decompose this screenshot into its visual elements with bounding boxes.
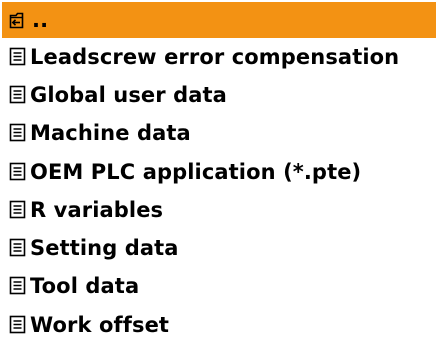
list-item-oem-plc-application[interactable]: OEM PLC application (*.pte) xyxy=(0,154,436,190)
list-item-leadscrew-error-compensation[interactable]: Leadscrew error compensation xyxy=(0,39,436,75)
list-item-label: Setting data xyxy=(30,235,179,260)
list-item-setting-data[interactable]: Setting data xyxy=(0,230,436,266)
document-icon xyxy=(9,238,27,258)
file-list: .. Leadscrew error compensation Global u… xyxy=(0,0,440,359)
list-item-label: Work offset xyxy=(30,312,170,337)
document-icon xyxy=(9,85,27,105)
list-item-label: Machine data xyxy=(30,120,191,145)
document-icon xyxy=(9,276,27,296)
list-item-label: Tool data xyxy=(30,273,140,298)
list-item-global-user-data[interactable]: Global user data xyxy=(0,77,436,113)
list-item-work-offset[interactable]: Work offset xyxy=(0,307,436,343)
folder-up-icon xyxy=(9,11,29,29)
document-icon xyxy=(9,123,27,143)
list-item-machine-data[interactable]: Machine data xyxy=(0,115,436,151)
list-item-label: OEM PLC application (*.pte) xyxy=(30,159,362,184)
document-icon xyxy=(9,200,27,220)
document-icon xyxy=(9,162,27,182)
list-item-label: .. xyxy=(32,7,49,32)
list-item-parent-directory[interactable]: .. xyxy=(2,2,436,38)
list-item-r-variables[interactable]: R variables xyxy=(0,192,436,228)
list-item-label: Global user data xyxy=(30,82,227,107)
list-item-label: R variables xyxy=(30,197,164,222)
document-icon xyxy=(9,315,27,335)
document-icon xyxy=(9,47,27,67)
list-item-tool-data[interactable]: Tool data xyxy=(0,268,436,304)
list-item-label: Leadscrew error compensation xyxy=(30,44,400,69)
